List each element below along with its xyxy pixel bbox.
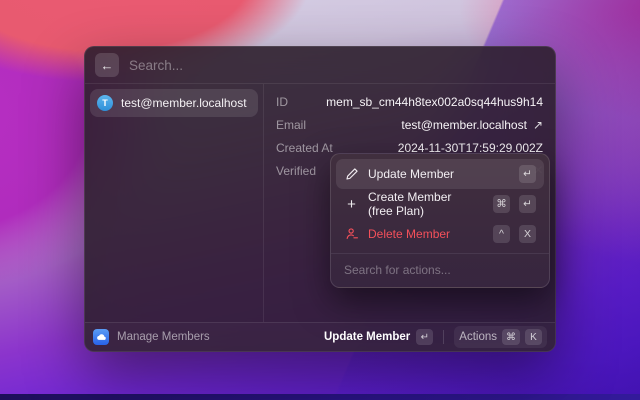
search-input[interactable]: [129, 57, 545, 73]
actions-button[interactable]: Actions ⌘ K: [454, 326, 547, 348]
avatar-letter: T: [102, 98, 108, 108]
command-key: ⌘: [502, 329, 520, 345]
footer-divider: [443, 330, 445, 344]
detail-value-id: mem_sb_cm44h8tex002a0sq44hus9h14: [326, 94, 543, 109]
return-key: ↵: [519, 165, 536, 183]
detail-row-email: Email test@member.localhost ↗: [264, 113, 555, 136]
member-email-label: test@member.localhost: [121, 96, 247, 110]
primary-action-button[interactable]: Update Member: [324, 331, 410, 343]
member-list: T test@member.localhost: [85, 84, 264, 322]
detail-label: Verified: [276, 163, 317, 178]
detail-label: Email: [276, 117, 307, 132]
menu-item-label: Create Member (free Plan): [368, 190, 452, 218]
app-logo-icon: [93, 329, 109, 345]
detail-label: Created At: [276, 140, 333, 155]
body: T test@member.localhost ID mem_sb_cm44h8…: [85, 84, 555, 322]
actions-button-label: Actions: [459, 331, 497, 343]
detail-label: ID: [276, 94, 288, 109]
actions-search-input[interactable]: [339, 260, 541, 280]
detail-value-email[interactable]: test@member.localhost ↗: [401, 118, 543, 132]
email-value: test@member.localhost: [401, 117, 527, 132]
menu-item-label: Delete Member: [368, 227, 451, 241]
footer: Manage Members Update Member ↵ Actions ⌘…: [85, 322, 555, 351]
menu-item-update-member[interactable]: Update Member ↵: [336, 159, 544, 189]
screen: ← T test@member.localhost ID mem_sb_cm44…: [0, 0, 640, 400]
back-arrow-icon: ←: [100, 57, 114, 73]
external-link-icon: ↗: [532, 117, 543, 132]
avatar: T: [97, 95, 113, 111]
k-key: K: [525, 329, 542, 345]
command-key: ⌘: [493, 195, 510, 213]
plus-icon: +: [347, 195, 356, 213]
menu-item-label: Update Member: [368, 167, 455, 181]
actions-menu: Update Member ↵ + Create Member (free Pl…: [330, 153, 550, 288]
header: ←: [85, 47, 555, 84]
user-minus-icon: [344, 227, 359, 241]
command-palette-window: ← T test@member.localhost ID mem_sb_cm44…: [84, 46, 556, 352]
actions-search-container: [331, 253, 549, 287]
menu-item-create-member[interactable]: + Create Member (free Plan) ⌘ ↵: [336, 189, 544, 219]
back-button[interactable]: ←: [95, 53, 119, 77]
x-key: X: [519, 225, 536, 243]
return-key: ↵: [519, 195, 536, 213]
detail-row-id: ID mem_sb_cm44h8tex002a0sq44hus9h14: [264, 90, 555, 113]
wallpaper-bottom-strip: [0, 394, 640, 400]
pencil-icon: [344, 167, 359, 181]
footer-actions: Update Member ↵ Actions ⌘ K: [324, 326, 547, 348]
footer-app-label: Manage Members: [117, 331, 210, 343]
return-key: ↵: [416, 329, 434, 345]
list-item-member[interactable]: T test@member.localhost: [90, 89, 258, 117]
control-key: ^: [493, 225, 510, 243]
menu-item-delete-member[interactable]: Delete Member ^ X: [336, 219, 544, 249]
